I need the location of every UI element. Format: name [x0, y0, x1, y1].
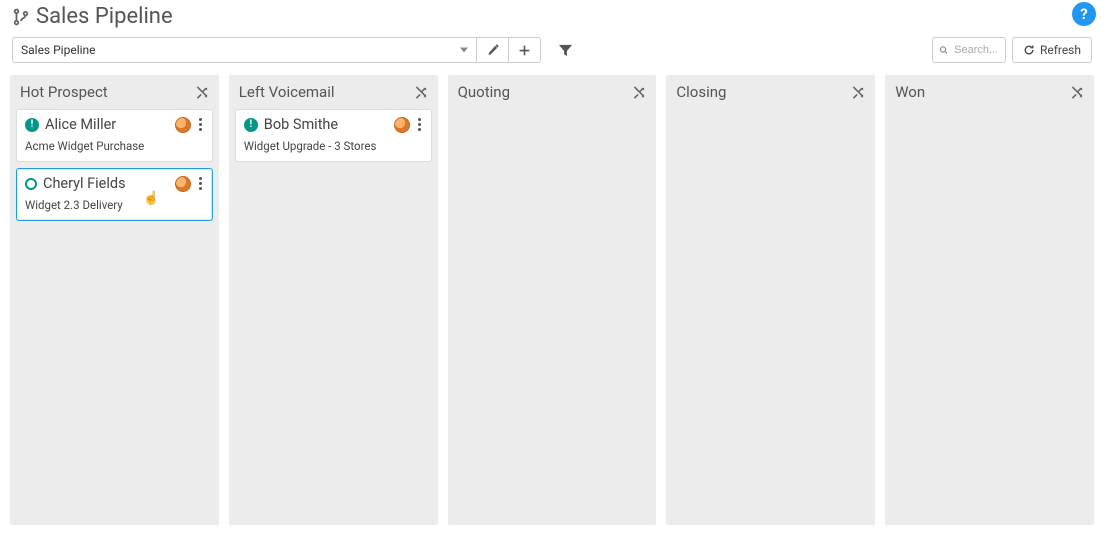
card-subtitle: Widget Upgrade - 3 Stores — [244, 139, 423, 153]
shuffle-icon[interactable] — [1069, 85, 1084, 100]
chevron-down-icon — [460, 48, 468, 53]
avatar — [394, 117, 410, 133]
column: Won — [885, 75, 1094, 525]
help-button[interactable]: ? — [1072, 2, 1096, 26]
shuffle-icon[interactable] — [850, 85, 865, 100]
column: Quoting — [448, 75, 657, 525]
card-menu-button[interactable] — [197, 177, 204, 190]
shuffle-icon[interactable] — [194, 85, 209, 100]
card-subtitle: Acme Widget Purchase — [25, 139, 204, 153]
edit-button[interactable] — [477, 37, 509, 63]
column-title: Hot Prospect — [20, 83, 108, 101]
branch-icon — [12, 8, 30, 26]
pipeline-card[interactable]: ! Alice Miller Acme Widget Purchase — [16, 109, 213, 162]
card-name: Bob Smithe — [264, 116, 388, 133]
shuffle-icon[interactable] — [631, 85, 646, 100]
card-name: Cheryl Fields — [43, 175, 169, 192]
pipeline-picker[interactable]: Sales Pipeline — [12, 37, 477, 63]
page-title: Sales Pipeline — [36, 4, 173, 29]
card-menu-button[interactable] — [197, 118, 204, 131]
status-alert-icon: ! — [25, 118, 39, 132]
column-title: Closing — [676, 83, 726, 101]
filter-button[interactable] — [551, 37, 579, 63]
avatar — [175, 176, 191, 192]
search-input-wrap[interactable] — [932, 37, 1006, 63]
card-subtitle: Widget 2.3 Delivery — [25, 198, 204, 212]
refresh-label: Refresh — [1040, 43, 1081, 57]
column: Hot Prospect! Alice Miller Acme Widget Pur… — [10, 75, 219, 525]
pipeline-card[interactable]: Cheryl FieldsWidget 2.3 Delivery☝ — [16, 168, 213, 221]
column-title: Quoting — [458, 83, 510, 101]
refresh-icon — [1023, 44, 1035, 56]
avatar — [175, 117, 191, 133]
pipeline-picker-value: Sales Pipeline — [21, 43, 96, 57]
status-open-icon — [25, 178, 37, 190]
add-button[interactable] — [509, 37, 541, 63]
refresh-button[interactable]: Refresh — [1012, 37, 1092, 63]
column: Left Voicemail! Bob Smithe Widget Upgrade … — [229, 75, 438, 525]
card-name: Alice Miller — [45, 116, 169, 133]
column-title: Won — [895, 83, 925, 101]
pipeline-card[interactable]: ! Bob Smithe Widget Upgrade - 3 Stores — [235, 109, 432, 162]
shuffle-icon[interactable] — [413, 85, 428, 100]
column-title: Left Voicemail — [239, 83, 335, 101]
card-menu-button[interactable] — [416, 118, 423, 131]
column: Closing — [666, 75, 875, 525]
search-input[interactable] — [952, 43, 999, 57]
status-alert-icon: ! — [244, 118, 258, 132]
search-icon — [939, 44, 948, 56]
